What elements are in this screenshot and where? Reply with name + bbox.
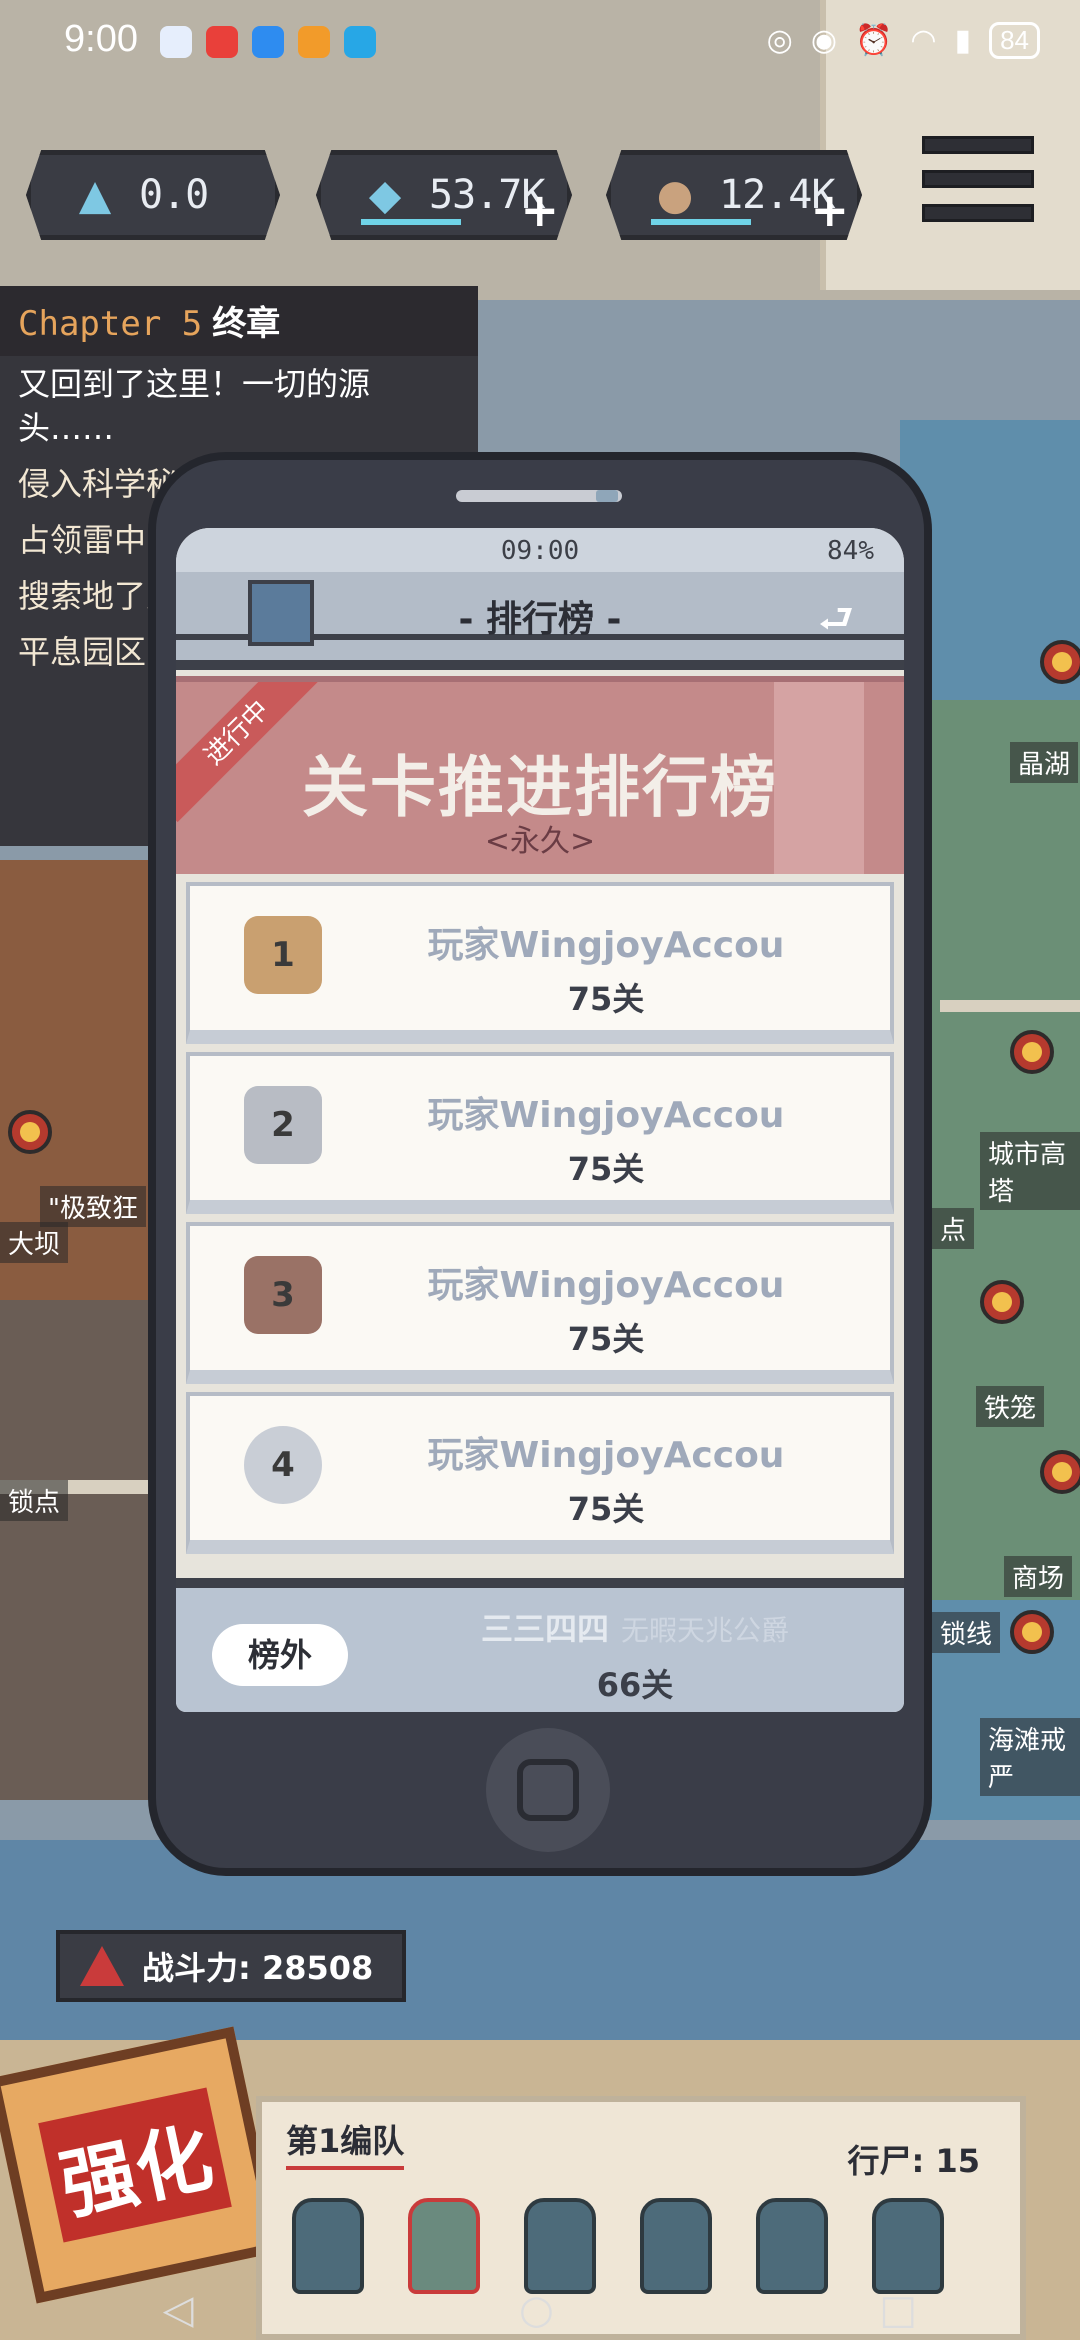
map-pin[interactable] [980,1280,1024,1324]
add-coin-button[interactable]: + [810,187,849,233]
map-label[interactable]: 锁点 [0,1480,69,1521]
player-stage: 75关 [567,1150,645,1188]
wifi-icon: ◠ [910,24,937,57]
map-label[interactable]: 商场 [1004,1556,1073,1597]
phone-camera [596,490,618,502]
rank-row[interactable]: 3 玩家WingjoyAccou 75关 [186,1222,894,1384]
signal-icon: ▮ [954,24,972,57]
resource-coin[interactable]: ● 12.4K + [606,150,862,240]
player-name: 玩家WingjoyAccou [427,1435,785,1476]
map-label[interactable]: 点 [932,1208,975,1249]
map-label[interactable]: 晶湖 [1010,742,1079,783]
zombie-count: 行尸: 15 [847,2142,980,2180]
map-label[interactable]: 铁笼 [976,1386,1045,1427]
banner-subtitle: <永久> [484,824,596,859]
phone-home-button[interactable] [486,1728,610,1852]
alarm-icon: ⏰ [855,24,893,57]
add-gem-button[interactable]: + [520,187,559,233]
rank-row[interactable]: 4 玩家WingjoyAccou 75关 [186,1392,894,1554]
status-time: 9:00 [64,18,138,60]
chapter-title: 终章 [212,304,281,344]
system-status-bar: 9:00 ◎ ◉ ⏰ ◠ ▮ 84 [0,0,1080,90]
map-pin[interactable] [1040,1450,1080,1494]
leaderboard-phone: 09:00 84% - 排行榜 - ⮐ 进行中 关卡推进排行榜 <永久> 1 玩… [148,452,932,1876]
map-land-left-lower [0,1300,150,1800]
rank-list[interactable]: 1 玩家WingjoyAccou 75关 2 玩家WingjoyAccou 75… [186,882,894,1562]
combat-power-label: 战斗力: 28508 [142,1949,374,1987]
calendar-icon [160,26,192,58]
player-stage: 75关 [567,1490,645,1528]
map-label[interactable]: 大坝 [0,1222,69,1263]
map-label[interactable]: 城市高塔 [980,1132,1080,1210]
player-name: 玩家WingjoyAccou [427,1095,785,1136]
silver-medal-icon: 2 [244,1086,322,1164]
self-player-name: 三三四四 [480,1610,609,1648]
back-arrow-icon[interactable]: ⮐ [818,590,854,658]
rank-badge-icon: 4 [244,1426,322,1504]
bronze-medal-icon: 3 [244,1256,322,1334]
app-icon [298,26,330,58]
gem-icon: ◆ [368,170,402,219]
nav-back-button[interactable]: ◁ [163,2287,194,2333]
upgrade-label: 强化 [38,2087,232,2243]
leaderboard-banner: 进行中 关卡推进排行榜 <永久> [176,676,904,874]
map-label[interactable]: "极致狂 [40,1186,146,1227]
combat-power: 战斗力: 28508 [56,1930,406,2002]
rank-row[interactable]: 1 玩家WingjoyAccou 75关 [186,882,894,1044]
phone-time: 09:00 [500,536,580,566]
self-player-title: 无暇天兆公爵 [621,1614,790,1647]
menu-bar-icon [922,136,1034,154]
menu-button[interactable] [922,136,1034,222]
resource-triangle[interactable]: ▲ 0.0 [26,150,280,240]
chapter-number: Chapter 5 [18,304,203,344]
map-pin[interactable] [1010,1610,1054,1654]
phone-battery: 84% [827,536,874,566]
map-pin[interactable] [1040,640,1080,684]
player-stage: 75关 [567,980,645,1018]
status-right: ◎ ◉ ⏰ ◠ ▮ 84 [767,22,1040,59]
huawei-icon [206,26,238,58]
message-icon [252,26,284,58]
browser-icon [344,26,376,58]
resource-value: 0.0 [139,172,209,218]
rank-row[interactable]: 2 玩家WingjoyAccou 75关 [186,1052,894,1214]
triangle-icon: ▲ [78,170,112,219]
notification-icons [160,26,376,58]
system-nav-bar: ◁ ○ □ [0,2280,1080,2340]
map-road [940,1000,1080,1012]
warning-icon [80,1946,124,1986]
chapter-header: Chapter 5 终章 [0,286,478,356]
self-rank-row[interactable]: 榜外 三三四四 无暇天兆公爵 66关 [176,1578,904,1712]
player-name: 玩家WingjoyAccou [427,1265,785,1306]
phone-status-bar: 09:00 84% [176,528,904,572]
squad-label[interactable]: 第1编队 [286,2116,405,2170]
self-stage: 66关 [596,1666,674,1704]
gold-medal-icon: 1 [244,916,322,994]
nav-recents-button[interactable]: □ [879,2287,917,2333]
battery-indicator: 84 [989,22,1040,59]
unranked-badge: 榜外 [212,1624,348,1686]
player-stage: 75关 [567,1320,645,1358]
map-label[interactable]: 锁线 [932,1612,1001,1653]
coin-icon: ● [656,170,694,219]
eye-icon: ◉ [810,24,838,57]
resource-bar [361,219,461,225]
leaderboard-title: - 排行榜 - [458,599,622,640]
map-pin[interactable] [1010,1030,1054,1074]
resource-gem[interactable]: ◆ 53.7K + [316,150,572,240]
quest-item[interactable]: 又回到了这里！一切的源头…… [0,356,478,456]
nfc-icon: ◎ [766,24,793,57]
menu-bar-icon [922,170,1034,188]
map-label[interactable]: 海滩戒严 [980,1718,1080,1796]
self-name: 三三四四 无暇天兆公爵 [366,1604,904,1650]
map-pin[interactable] [8,1110,52,1154]
phone-screen: 09:00 84% - 排行榜 - ⮐ 进行中 关卡推进排行榜 <永久> 1 玩… [176,528,904,1712]
nav-home-button[interactable]: ○ [519,2287,554,2333]
menu-bar-icon [922,204,1034,222]
resource-bar [651,219,751,225]
leaderboard-header: - 排行榜 - ⮐ [176,572,904,670]
player-name: 玩家WingjoyAccou [427,925,785,966]
home-square-icon [517,1759,579,1821]
